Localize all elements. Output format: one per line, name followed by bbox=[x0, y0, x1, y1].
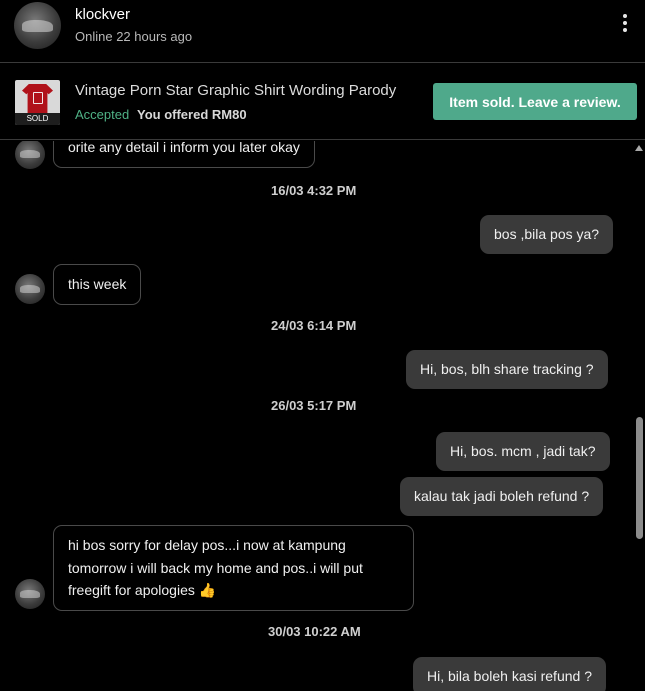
message-line: freegift for apologies 👍 bbox=[68, 582, 217, 598]
offer-amount: You offered RM80 bbox=[137, 107, 247, 122]
message-timestamp: 16/03 4:32 PM bbox=[271, 183, 357, 198]
sender-avatar bbox=[15, 579, 45, 609]
more-options-icon[interactable] bbox=[612, 10, 638, 36]
shirt-print bbox=[33, 92, 43, 104]
item-bar: SOLD Vintage Porn Star Graphic Shirt Wor… bbox=[0, 64, 645, 140]
item-thumbnail[interactable]: SOLD bbox=[15, 80, 60, 125]
user-avatar[interactable] bbox=[14, 2, 61, 49]
message-timestamp: 26/03 5:17 PM bbox=[271, 398, 357, 413]
chat-scrollbar[interactable] bbox=[633, 141, 645, 691]
online-status: Online 22 hours ago bbox=[75, 29, 193, 44]
incoming-message: orite any detail i inform you later okay bbox=[53, 141, 315, 168]
message-timestamp: 24/03 6:14 PM bbox=[271, 318, 357, 333]
leave-review-button[interactable]: Item sold. Leave a review. bbox=[433, 83, 637, 120]
username[interactable]: klockver bbox=[75, 6, 130, 23]
offer-status: Accepted bbox=[75, 107, 130, 122]
outgoing-message: kalau tak jadi boleh refund ? bbox=[400, 477, 604, 516]
scroll-up-icon[interactable] bbox=[635, 145, 643, 151]
message-line: hi bos sorry for delay pos...i now at ka… bbox=[68, 537, 346, 553]
incoming-message: hi bos sorry for delay pos...i now at ka… bbox=[53, 525, 414, 611]
item-title[interactable]: Vintage Porn Star Graphic Shirt Wording … bbox=[75, 82, 396, 99]
outgoing-message: Hi, bos, blh share tracking ? bbox=[406, 350, 608, 389]
car-avatar-icon bbox=[22, 19, 53, 33]
outgoing-message: Hi, bos. mcm , jadi tak? bbox=[436, 432, 610, 471]
message-list[interactable]: orite any detail i inform you later okay… bbox=[0, 141, 632, 691]
scrollbar-thumb[interactable] bbox=[636, 417, 643, 539]
outgoing-message: bos ,bila pos ya? bbox=[480, 215, 614, 254]
message-timestamp: 30/03 10:22 AM bbox=[268, 624, 361, 639]
sender-avatar bbox=[15, 274, 45, 304]
sold-badge: SOLD bbox=[15, 113, 60, 125]
sender-avatar bbox=[15, 141, 45, 169]
incoming-message: this week bbox=[53, 264, 142, 305]
chat-header: klockver Online 22 hours ago bbox=[0, 0, 645, 63]
outgoing-message: Hi, bila boleh kasi refund ? bbox=[413, 657, 606, 691]
message-line: tomorrow i will back my home and pos..i … bbox=[68, 559, 363, 576]
